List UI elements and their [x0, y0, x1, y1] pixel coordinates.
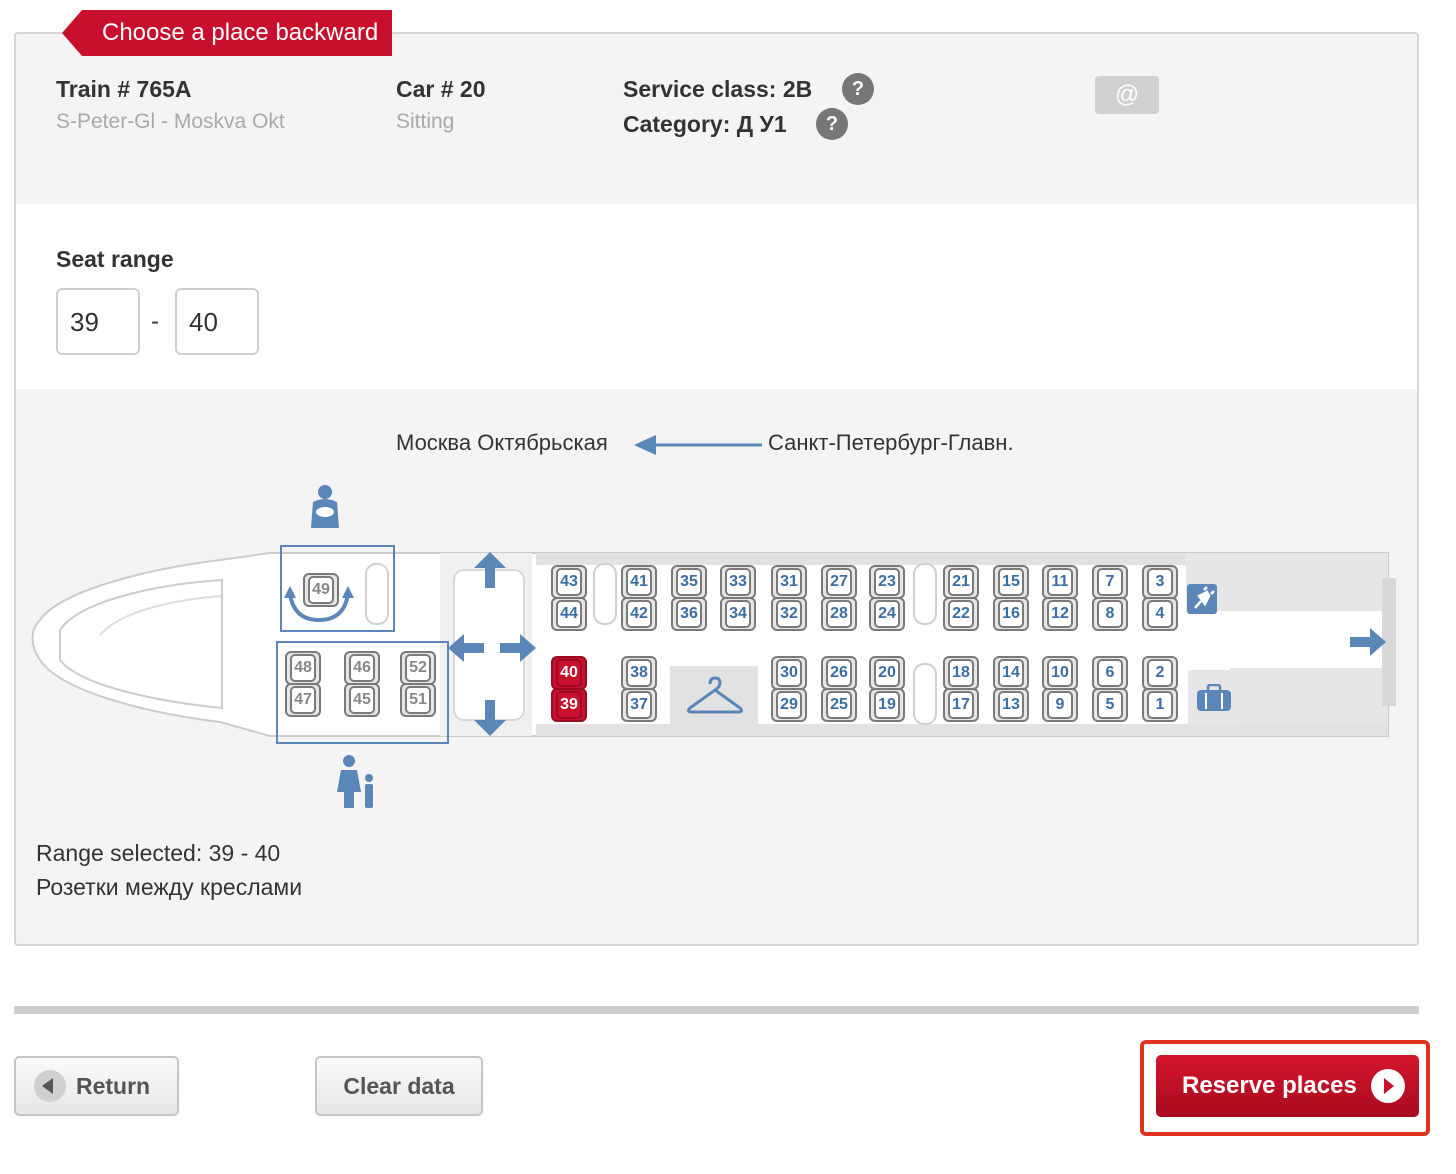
- seat-1[interactable]: 1: [1142, 688, 1178, 722]
- seat-38[interactable]: 38: [621, 656, 657, 690]
- reserve-places-label: Reserve places: [1182, 1072, 1357, 1099]
- seat-30[interactable]: 30: [771, 656, 807, 690]
- seat-44[interactable]: 44: [551, 597, 587, 631]
- seat-32[interactable]: 32: [771, 597, 807, 631]
- range-selected-text: Range selected: 39 - 40: [36, 840, 281, 866]
- seat-41[interactable]: 41: [621, 565, 657, 599]
- seat-5[interactable]: 5: [1092, 688, 1128, 722]
- seat-16[interactable]: 16: [993, 597, 1029, 631]
- seat-3[interactable]: 3: [1142, 565, 1178, 599]
- seat-51: 51: [400, 683, 436, 717]
- exit-left-arrow-icon: [448, 634, 484, 662]
- seat-15[interactable]: 15: [993, 565, 1029, 599]
- seat-40[interactable]: 40: [551, 656, 587, 690]
- seat-17[interactable]: 17: [943, 688, 979, 722]
- seat-49: 49: [303, 573, 339, 607]
- seat-26[interactable]: 26: [821, 656, 857, 690]
- exit-up-arrow-icon: [474, 552, 506, 588]
- seat-14[interactable]: 14: [993, 656, 1029, 690]
- clear-data-label: Clear data: [343, 1073, 455, 1099]
- seat-18[interactable]: 18: [943, 656, 979, 690]
- return-label: Return: [76, 1073, 151, 1099]
- seat-21[interactable]: 21: [943, 565, 979, 599]
- seat-12[interactable]: 12: [1042, 597, 1078, 631]
- seat-28[interactable]: 28: [821, 597, 857, 631]
- parent-child-icon: [337, 755, 373, 808]
- car-exit-arrow-icon: [1350, 628, 1386, 656]
- seat-45: 45: [344, 683, 380, 717]
- seat-31[interactable]: 31: [771, 565, 807, 599]
- seat-2[interactable]: 2: [1142, 656, 1178, 690]
- power-socket-icon: [1187, 584, 1217, 614]
- seat-19[interactable]: 19: [869, 688, 905, 722]
- luggage-icon: [1197, 684, 1231, 711]
- seat-37[interactable]: 37: [621, 688, 657, 722]
- seat-10[interactable]: 10: [1042, 656, 1078, 690]
- seat-20[interactable]: 20: [869, 656, 905, 690]
- seat-25[interactable]: 25: [821, 688, 857, 722]
- seat-27[interactable]: 27: [821, 565, 857, 599]
- seat-4[interactable]: 4: [1142, 597, 1178, 631]
- seat-11[interactable]: 11: [1042, 565, 1078, 599]
- back-arrow-icon: [34, 1070, 66, 1102]
- seat-22[interactable]: 22: [943, 597, 979, 631]
- seat-46: 46: [344, 651, 380, 685]
- exit-right-arrow-icon: [500, 634, 536, 662]
- seat-33[interactable]: 33: [720, 565, 756, 599]
- exit-down-arrow-icon: [474, 700, 506, 736]
- sockets-note: Розетки между креслами: [36, 874, 303, 900]
- seat-34[interactable]: 34: [720, 597, 756, 631]
- seat-42[interactable]: 42: [621, 597, 657, 631]
- seat-35[interactable]: 35: [671, 565, 707, 599]
- seat-13[interactable]: 13: [993, 688, 1029, 722]
- seat-43[interactable]: 43: [551, 565, 587, 599]
- direction-ribbon: Choose a place backward: [62, 10, 392, 56]
- seat-6[interactable]: 6: [1092, 656, 1128, 690]
- seat-29[interactable]: 29: [771, 688, 807, 722]
- clear-data-button[interactable]: Clear data: [315, 1056, 483, 1116]
- seat-24[interactable]: 24: [869, 597, 905, 631]
- divider: [14, 1006, 1419, 1014]
- forward-arrow-icon: [1371, 1069, 1405, 1103]
- wardrobe-hanger-icon: [686, 676, 744, 714]
- seat-52: 52: [400, 651, 436, 685]
- seat-7[interactable]: 7: [1092, 565, 1128, 599]
- seat-23[interactable]: 23: [869, 565, 905, 599]
- seat-39[interactable]: 39: [551, 688, 587, 722]
- mother-infant-icon: [311, 485, 339, 528]
- seat-48: 48: [285, 651, 321, 685]
- reserve-places-button[interactable]: Reserve places: [1156, 1055, 1419, 1117]
- seat-36[interactable]: 36: [671, 597, 707, 631]
- seat-47: 47: [285, 683, 321, 717]
- return-button[interactable]: Return: [14, 1056, 179, 1116]
- seat-9[interactable]: 9: [1042, 688, 1078, 722]
- seat-8[interactable]: 8: [1092, 597, 1128, 631]
